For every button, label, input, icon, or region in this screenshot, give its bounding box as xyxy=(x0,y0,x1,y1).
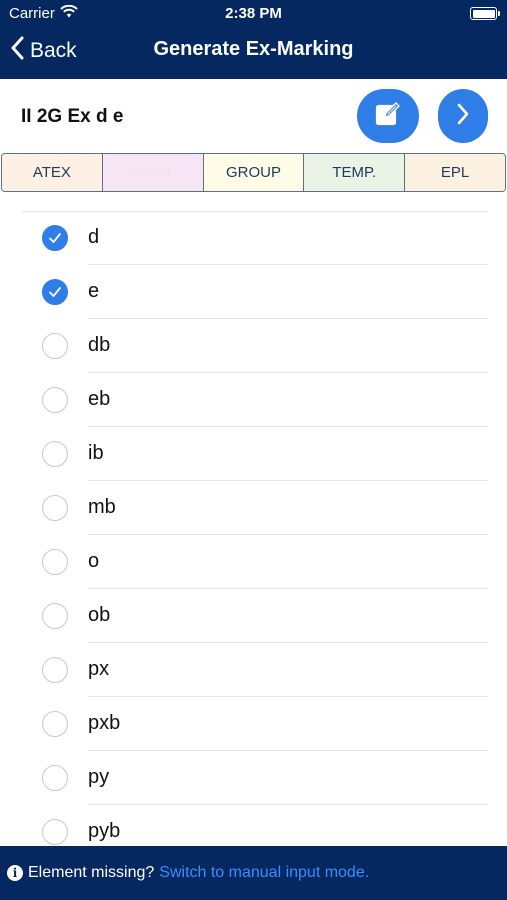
radio-circle-icon[interactable] xyxy=(42,333,68,359)
list-item-label: py xyxy=(88,766,110,788)
tab-label: EPL xyxy=(440,164,470,181)
footer-text: Element missing? xyxy=(28,864,155,881)
radio-circle-icon[interactable] xyxy=(42,495,68,521)
radio-circle-icon[interactable] xyxy=(42,603,68,629)
checkmark-icon[interactable] xyxy=(42,279,68,305)
radio-circle-icon[interactable] xyxy=(42,711,68,737)
list-item-label: eb xyxy=(88,388,111,410)
list-item[interactable]: py xyxy=(0,751,507,805)
list-item-label: pxb xyxy=(88,712,121,734)
tab-temp[interactable]: TEMP. xyxy=(304,154,406,191)
list-item[interactable]: e xyxy=(0,265,507,319)
list-item-label: ob xyxy=(88,604,111,626)
tab-atex[interactable]: ATEX xyxy=(2,154,103,191)
list-item[interactable]: ob xyxy=(0,589,507,643)
manual-input-link[interactable]: Switch to manual input mode. xyxy=(159,864,369,882)
list-item[interactable]: pxb xyxy=(0,697,507,751)
tab-label: TEMP. xyxy=(332,164,377,181)
tab-label: PROT xyxy=(131,164,174,181)
list-item[interactable]: px xyxy=(0,643,507,697)
navigation-header: Carrier 2:38 PM Back Generate Ex-Marking xyxy=(0,0,507,79)
tab-prot[interactable]: PROT xyxy=(102,154,204,191)
status-bar: Carrier 2:38 PM xyxy=(0,0,507,28)
info-icon: i xyxy=(7,865,23,881)
category-tabs: ATEX PROT GROUP TEMP. EPL xyxy=(1,153,506,192)
checkmark-icon[interactable] xyxy=(42,225,68,251)
list-item-label: ib xyxy=(88,442,104,464)
status-time: 2:38 PM xyxy=(225,5,282,22)
list-item-label: db xyxy=(88,334,111,356)
list-item-label: px xyxy=(88,658,110,680)
battery-icon xyxy=(470,7,500,20)
chevron-right-icon xyxy=(456,103,470,130)
list-item[interactable]: db xyxy=(0,319,507,373)
tab-label: ATEX xyxy=(32,164,71,181)
radio-circle-icon[interactable] xyxy=(42,441,68,467)
list-item[interactable]: mb xyxy=(0,481,507,535)
next-button[interactable] xyxy=(438,89,488,143)
marking-summary: II 2G Ex d e xyxy=(0,79,507,153)
tab-label: GROUP xyxy=(225,164,281,181)
footer-bar: i Element missing? Switch to manual inpu… xyxy=(0,846,507,900)
list-item-label: e xyxy=(88,280,100,302)
radio-circle-icon[interactable] xyxy=(42,819,68,845)
page-title: Generate Ex-Marking xyxy=(153,38,354,60)
list-item-label: d xyxy=(88,226,100,248)
marking-text: II 2G Ex d e xyxy=(21,106,124,127)
edit-icon xyxy=(375,101,401,132)
radio-circle-icon[interactable] xyxy=(42,657,68,683)
protection-type-list: d e db eb ib mb o ob px pxb py pyb xyxy=(0,192,507,846)
list-item-label: o xyxy=(88,550,100,572)
tab-epl[interactable]: EPL xyxy=(405,154,505,191)
list-item[interactable]: d xyxy=(0,211,507,265)
list-item[interactable]: o xyxy=(0,535,507,589)
list-item[interactable]: eb xyxy=(0,373,507,427)
radio-circle-icon[interactable] xyxy=(42,549,68,575)
list-item[interactable]: pyb xyxy=(0,805,507,846)
edit-button[interactable] xyxy=(357,89,419,143)
list-item-label: pyb xyxy=(88,820,121,842)
radio-circle-icon[interactable] xyxy=(42,765,68,791)
list-item-label: mb xyxy=(88,496,116,518)
tab-group[interactable]: GROUP xyxy=(203,154,305,191)
list-item[interactable]: ib xyxy=(0,427,507,481)
radio-circle-icon[interactable] xyxy=(42,387,68,413)
